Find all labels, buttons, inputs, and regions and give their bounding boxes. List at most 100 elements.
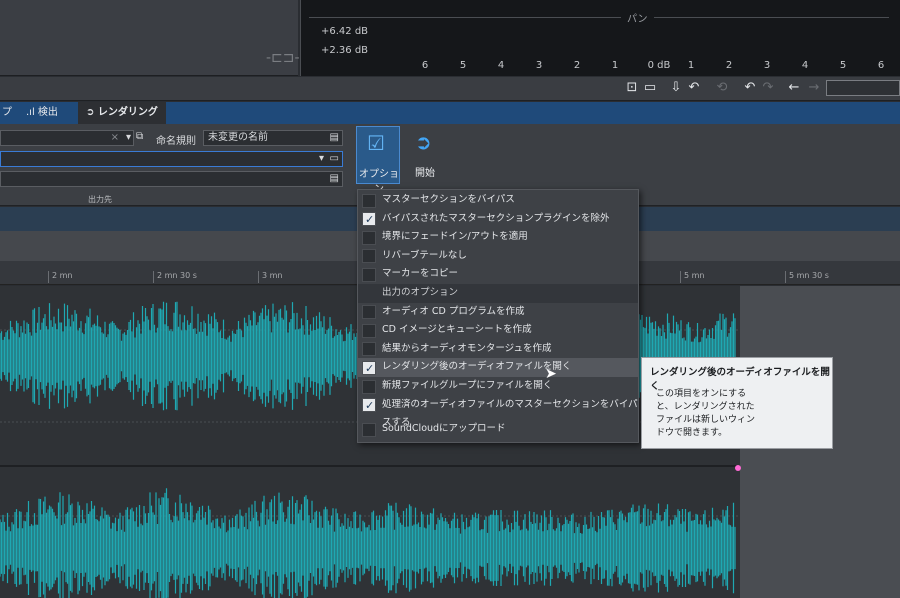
save-icon[interactable]: ⇩ — [668, 80, 684, 96]
menu-item[interactable]: CD イメージとキューシートを作成 — [358, 321, 638, 340]
undo-icon[interactable]: ↶ — [742, 80, 758, 96]
options-button[interactable]: ☑ オプション — [356, 126, 400, 195]
scale-tick: 2 — [725, 60, 733, 71]
checkbox-checked[interactable] — [362, 397, 376, 416]
menu-item-label: バイパスされたマスターセクションプラグインを除外 — [382, 212, 610, 224]
scale-tick: 5 — [459, 60, 467, 71]
envelope-handle[interactable] — [735, 465, 741, 471]
top-left-panel: -⊏⊐- — [0, 0, 300, 76]
menu-item[interactable]: 処理済のオーディオファイルのマスターセクションをバイパスする — [358, 396, 638, 428]
output-section-label: 出力先 — [88, 195, 112, 204]
history-icon[interactable]: ⟲ — [714, 80, 730, 96]
menu-item[interactable]: レンダリング後のオーディオファイルを開く — [358, 358, 638, 378]
toolbar: ⊡ ▭ ⇩ ↶ ⟲ ↶ ↷ ← → — [0, 77, 900, 101]
ruler-mark: 3 mn — [258, 271, 283, 283]
back-arrow-icon[interactable]: ← — [786, 80, 802, 96]
menu-header: 出力のオプション — [358, 284, 638, 303]
document-icon[interactable]: ▤ — [330, 131, 339, 145]
tooltip: レンダリング後のオーディオファイルを開く この項目をオンにすると、レンダリングさ… — [641, 357, 833, 449]
scale-tick: 3 — [763, 60, 771, 71]
scale-tick: 6 — [877, 60, 885, 71]
scale-tick: 6 — [421, 60, 429, 71]
toolbar-field[interactable] — [826, 80, 900, 96]
menu-item-label: 結果からオーディオモンタージュを作成 — [382, 342, 552, 354]
scale-tick: 3 — [535, 60, 543, 71]
scale-tick: 4 — [497, 60, 505, 71]
tab-render[interactable]: ➲ レンダリング — [78, 102, 166, 124]
db-value-1: +6.42 dB — [321, 26, 369, 37]
new-file-icon[interactable]: ⊡ — [624, 80, 640, 96]
folder-path-input[interactable]: ▾ ▭ — [0, 151, 343, 167]
waveform-channel-right — [0, 488, 736, 598]
pan-line — [309, 17, 889, 18]
menu-item[interactable]: 結果からオーディオモンタージュを作成 — [358, 340, 638, 359]
options-menu: マスターセクションをバイパスバイパスされたマスターセクションプラグインを除外境界… — [357, 189, 639, 443]
copy-icon[interactable]: ⧉ — [136, 131, 143, 142]
checkbox[interactable] — [362, 249, 376, 264]
menu-item[interactable]: SoundCloudにアップロード — [358, 420, 638, 439]
checkmark-box-icon: ☑ — [367, 131, 385, 155]
menu-item[interactable]: マスターセクションをバイパス — [358, 191, 638, 210]
start-button[interactable]: ➲ 開始 — [405, 126, 445, 184]
ribbon-tabs: プ .ıl 検出 ➲ レンダリング — [0, 102, 900, 124]
menu-item[interactable]: マーカーをコピー — [358, 265, 638, 284]
bar-chart-icon: .ıl — [26, 107, 38, 118]
ruler-mark: 2 mn — [48, 271, 73, 283]
open-folder-icon[interactable]: ▭ — [642, 80, 658, 96]
save-as-icon[interactable]: ↶ — [686, 80, 702, 96]
menu-item-label: レンダリング後のオーディオファイルを開く — [382, 361, 572, 373]
menu-item[interactable]: 境界にフェードイン/アウトを適用 — [358, 228, 638, 247]
menu-item[interactable]: バイパスされたマスターセクションプラグインを除外 — [358, 210, 638, 230]
menu-item[interactable]: 新規ファイルグループにファイルを開く — [358, 377, 638, 396]
menu-item-label: 出力のオプション — [382, 287, 459, 298]
menu-item-label: マスターセクションをバイパス — [382, 194, 515, 205]
ruler-mark: 2 mn 30 s — [153, 271, 197, 283]
naming-rule-label: 命名規則 — [156, 136, 196, 147]
checkbox[interactable] — [362, 342, 376, 357]
redo-icon[interactable]: ↷ — [760, 80, 776, 96]
tab-partial[interactable]: プ — [0, 102, 20, 124]
checkbox-checked[interactable] — [362, 360, 376, 378]
document-icon[interactable]: ▤ — [330, 172, 339, 186]
forward-arrow-icon[interactable]: → — [806, 80, 822, 96]
folder-icon[interactable]: ▭ — [330, 152, 339, 166]
start-label: 開始 — [415, 168, 435, 179]
scale-tick: 0 dB — [647, 60, 671, 71]
checkbox-checked[interactable] — [362, 211, 376, 230]
waveform-path — [0, 488, 736, 598]
tab-detect[interactable]: .ıl 検出 — [20, 102, 66, 124]
render-arrow-icon: ➲ — [415, 130, 432, 154]
clear-icon[interactable]: × — [111, 131, 119, 145]
plugin-connector-icon: -⊏⊐- — [266, 50, 300, 66]
checkbox[interactable] — [362, 422, 376, 437]
checkbox[interactable] — [362, 379, 376, 394]
menu-item-label: 境界にフェードイン/アウトを適用 — [382, 231, 528, 243]
menu-item[interactable]: リバーブテールなし — [358, 247, 638, 266]
checkbox[interactable] — [362, 305, 376, 320]
render-icon: ➲ — [86, 107, 98, 118]
menu-item-label: リバーブテールなし — [382, 249, 467, 261]
scale-tick: 5 — [839, 60, 847, 71]
checkbox[interactable] — [362, 230, 376, 245]
menu-item[interactable]: オーディオ CD プログラムを作成 — [358, 303, 638, 322]
checkbox[interactable] — [362, 193, 376, 208]
menu-item-label: マーカーをコピー — [382, 268, 459, 280]
mouse-cursor-icon: ➤ — [545, 366, 557, 382]
scale-tick: 4 — [801, 60, 809, 71]
scale-tick: 1 — [611, 60, 619, 71]
checkbox[interactable] — [362, 267, 376, 282]
menu-item-label: CD イメージとキューシートを作成 — [382, 324, 532, 336]
menu-item-label: オーディオ CD プログラムを作成 — [382, 305, 525, 317]
menu-item-label: SoundCloudにアップロード — [382, 423, 506, 435]
level-meter: パン +6.42 dB +2.36 dB 6 5 4 3 2 1 0 dB 1 … — [300, 0, 900, 76]
chevron-down-icon[interactable]: ▾ — [126, 131, 131, 145]
ruler-mark: 5 mn 30 s — [785, 271, 829, 283]
scale-tick: 2 — [573, 60, 581, 71]
ruler-mark: 5 mn — [680, 271, 705, 283]
format-field[interactable]: ▤ — [0, 171, 343, 187]
menu-item-label: 新規ファイルグループにファイルを開く — [382, 380, 553, 391]
output-path-input[interactable]: × ▾ — [0, 130, 134, 146]
naming-rule-field[interactable]: 未変更の名前 ▤ — [203, 130, 343, 146]
chevron-down-icon[interactable]: ▾ — [319, 152, 324, 166]
checkbox[interactable] — [362, 323, 376, 338]
